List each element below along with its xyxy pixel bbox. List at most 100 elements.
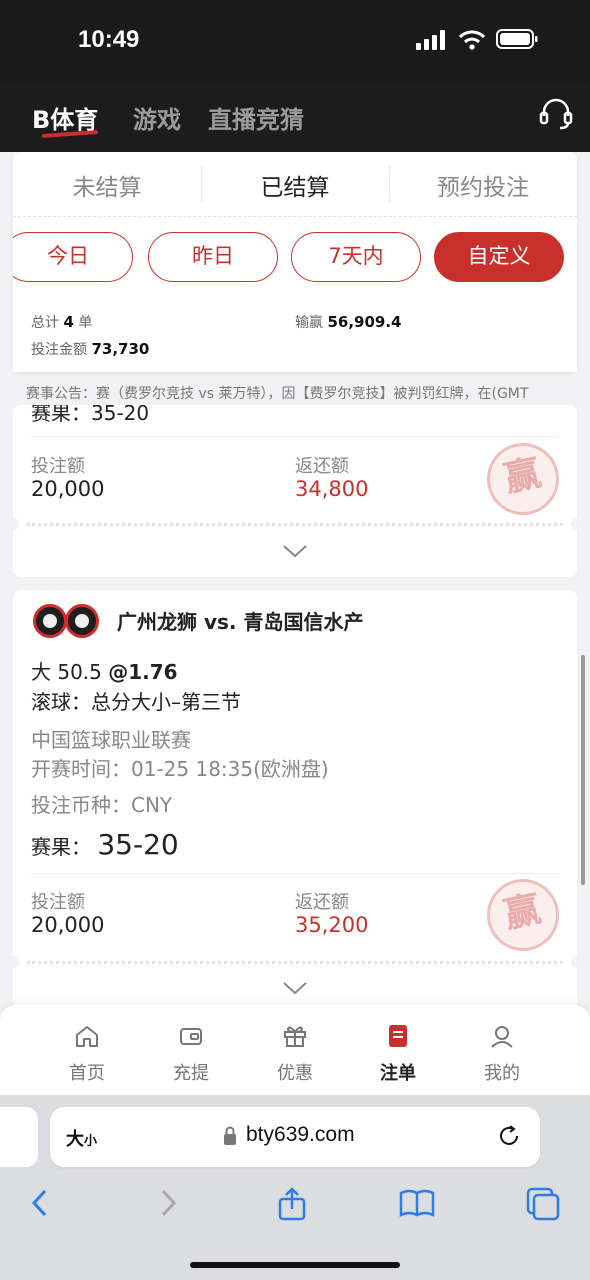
return-label: 返还额	[295, 456, 349, 477]
chevron-down-icon[interactable]	[281, 543, 309, 559]
betslip-icon	[389, 1025, 407, 1047]
filter-yesterday[interactable]: 昨日	[148, 232, 278, 282]
selection: 大 50.5	[31, 660, 102, 684]
tabbar-label: 我的	[484, 1063, 520, 1084]
divider	[13, 216, 577, 217]
summary-stake-label: 投注金额	[31, 342, 87, 358]
back-icon[interactable]	[28, 1187, 52, 1219]
summary-total-unit: 单	[78, 315, 93, 331]
perforation	[13, 518, 577, 530]
selection-line: 大 50.5 @1.76	[31, 656, 178, 685]
tab-scheduled[interactable]: 预约投注	[389, 168, 577, 202]
wifi-icon	[458, 30, 486, 50]
perforation-dots	[27, 961, 563, 964]
status-time: 10:49	[78, 26, 140, 53]
summary-winloss-value: 56,909.4	[327, 313, 402, 331]
notch	[571, 956, 577, 968]
result-line: 赛果：35-20	[31, 405, 150, 425]
tabbar-home[interactable]: 首页	[35, 1023, 139, 1085]
summary-stake-value: 73,730	[91, 340, 150, 358]
gift-icon	[284, 1026, 306, 1047]
return-value: 34,800	[295, 477, 369, 501]
home-indicator	[190, 1262, 400, 1268]
summary-winloss-label: 输赢	[295, 315, 323, 331]
notch	[571, 518, 577, 530]
tab-unsettled[interactable]: 未结算	[13, 168, 201, 202]
bookmarks-icon[interactable]	[398, 1187, 436, 1219]
summary-total-label: 总计	[31, 315, 59, 331]
status-icons	[416, 28, 538, 50]
summary-stake: 投注金额 73,730	[31, 339, 149, 359]
share-icon[interactable]	[276, 1187, 308, 1221]
tab-games[interactable]: 游戏	[133, 100, 181, 135]
url-text[interactable]: bty639.com	[246, 1123, 355, 1147]
summary-total: 总计 4 单	[31, 312, 92, 332]
signal-icon	[416, 30, 445, 50]
browser-toolbar: 大小 bty639.com	[0, 1095, 590, 1280]
settlement-tabs: 未结算 已结算 预约投注	[13, 152, 577, 216]
stake-label: 投注额	[31, 456, 85, 477]
league: 中国篮球职业联赛	[31, 728, 191, 752]
tabbar-promo[interactable]: 优惠	[243, 1023, 347, 1085]
tabbar-label: 优惠	[277, 1063, 313, 1084]
filter-today[interactable]: 今日	[13, 232, 133, 282]
summary-box: 总计 4 单 输赢 56,909.4 投注金额 73,730	[13, 296, 577, 372]
win-stamp: 赢	[480, 436, 566, 522]
announcement-ticker[interactable]: 赛事公告：赛（费罗尔竞技 vs 莱万特），因【费罗尔竞技】被判罚红牌，在(GMT	[26, 383, 566, 405]
text-size-small: 小	[84, 1134, 98, 1149]
perforation	[13, 956, 577, 968]
start-time: 开赛时间：01-25 18:35(欧洲盘)	[31, 757, 329, 781]
lock-icon	[224, 1126, 236, 1145]
text-size-large: 大	[66, 1129, 84, 1150]
tabbar-label: 充提	[173, 1063, 209, 1084]
perforation-dots	[27, 523, 563, 526]
status-bar: 10:49	[0, 0, 590, 82]
stake-value: 20,000	[31, 477, 105, 501]
tabbar-label: 首页	[69, 1063, 105, 1084]
bet-card: 赛果：35-20 投注额 20,000 返还额 34,800 赢	[13, 405, 577, 577]
user-icon	[491, 1026, 513, 1048]
market: 滚球：总分大小–第三节	[31, 690, 241, 714]
tabbar-betslip[interactable]: 注单	[346, 1023, 450, 1085]
text-size-button[interactable]: 大小	[66, 1125, 97, 1151]
customer-service-button[interactable]	[538, 96, 574, 136]
tabbar-profile[interactable]: 我的	[450, 1023, 554, 1085]
bet-card: 广州龙狮 vs. 青岛国信水产 大 50.5 @1.76 滚球：总分大小–第三节…	[13, 590, 577, 1010]
forward-icon[interactable]	[156, 1187, 180, 1219]
team-logos	[33, 604, 99, 638]
result-score: 35-20	[97, 828, 179, 861]
chevron-down-icon[interactable]	[281, 980, 309, 996]
notch	[13, 956, 19, 968]
top-nav: B体育 游戏 直播竞猜	[0, 82, 590, 152]
date-filter-row: 今日 昨日 7天内 自定义	[13, 232, 577, 282]
return-value: 35,200	[295, 913, 369, 937]
tabs-icon[interactable]	[526, 1187, 560, 1221]
tabbar-deposit[interactable]: 充提	[139, 1023, 243, 1085]
scrollbar[interactable]	[581, 655, 585, 885]
divider	[31, 436, 559, 437]
notch	[13, 518, 19, 530]
currency: 投注币种：CNY	[31, 793, 173, 817]
result-label: 赛果：	[31, 835, 91, 859]
summary-total-count: 4	[63, 313, 74, 331]
tabbar-label: 注单	[380, 1063, 416, 1084]
stake-value: 20,000	[31, 913, 105, 937]
win-stamp: 赢	[480, 872, 566, 958]
tab-settled[interactable]: 已结算	[201, 168, 389, 202]
address-bar[interactable]: 大小 bty639.com	[50, 1107, 540, 1167]
battery-icon	[496, 29, 538, 49]
tab-live-quiz[interactable]: 直播竞猜	[208, 100, 304, 135]
bottom-tab-bar: 首页 充提 优惠 注单 我的	[0, 1005, 590, 1100]
odds: @1.76	[108, 660, 178, 684]
filter-custom[interactable]: 自定义	[434, 232, 564, 282]
home-team-logo	[33, 604, 67, 638]
previous-tab-preview[interactable]	[0, 1107, 38, 1167]
filter-7days[interactable]: 7天内	[291, 232, 421, 282]
stake-label: 投注额	[31, 892, 85, 913]
reload-icon[interactable]	[496, 1123, 522, 1149]
match-title: 广州龙狮 vs. 青岛国信水产	[117, 610, 364, 634]
headset-icon	[539, 98, 573, 130]
home-icon	[76, 1026, 98, 1047]
return-label: 返还额	[295, 892, 349, 913]
wallet-icon	[180, 1028, 202, 1045]
